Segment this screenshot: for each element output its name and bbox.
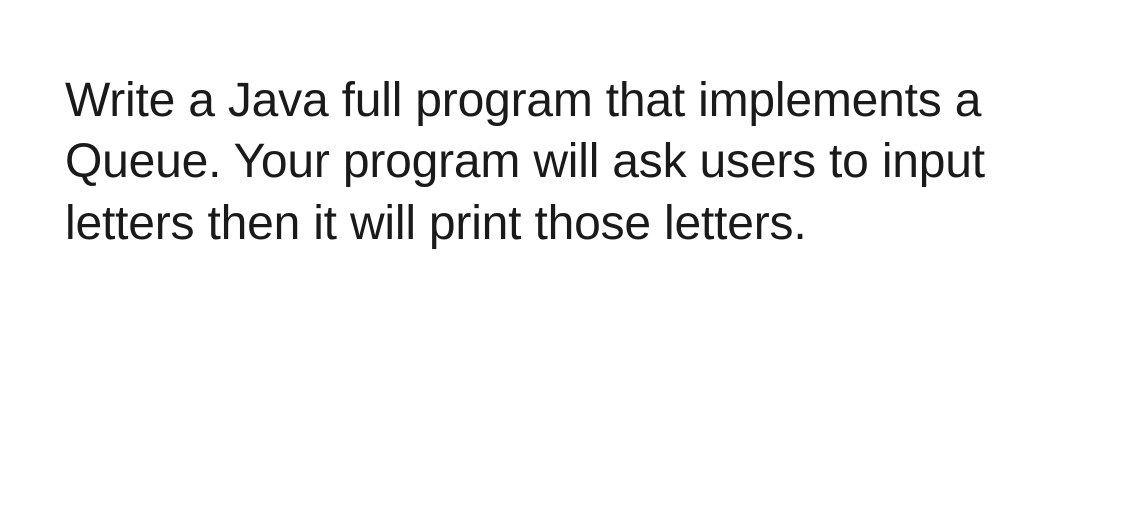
document-content: Write a Java full program that implement…: [65, 70, 1096, 254]
paragraph-text: Write a Java full program that implement…: [65, 70, 1096, 254]
